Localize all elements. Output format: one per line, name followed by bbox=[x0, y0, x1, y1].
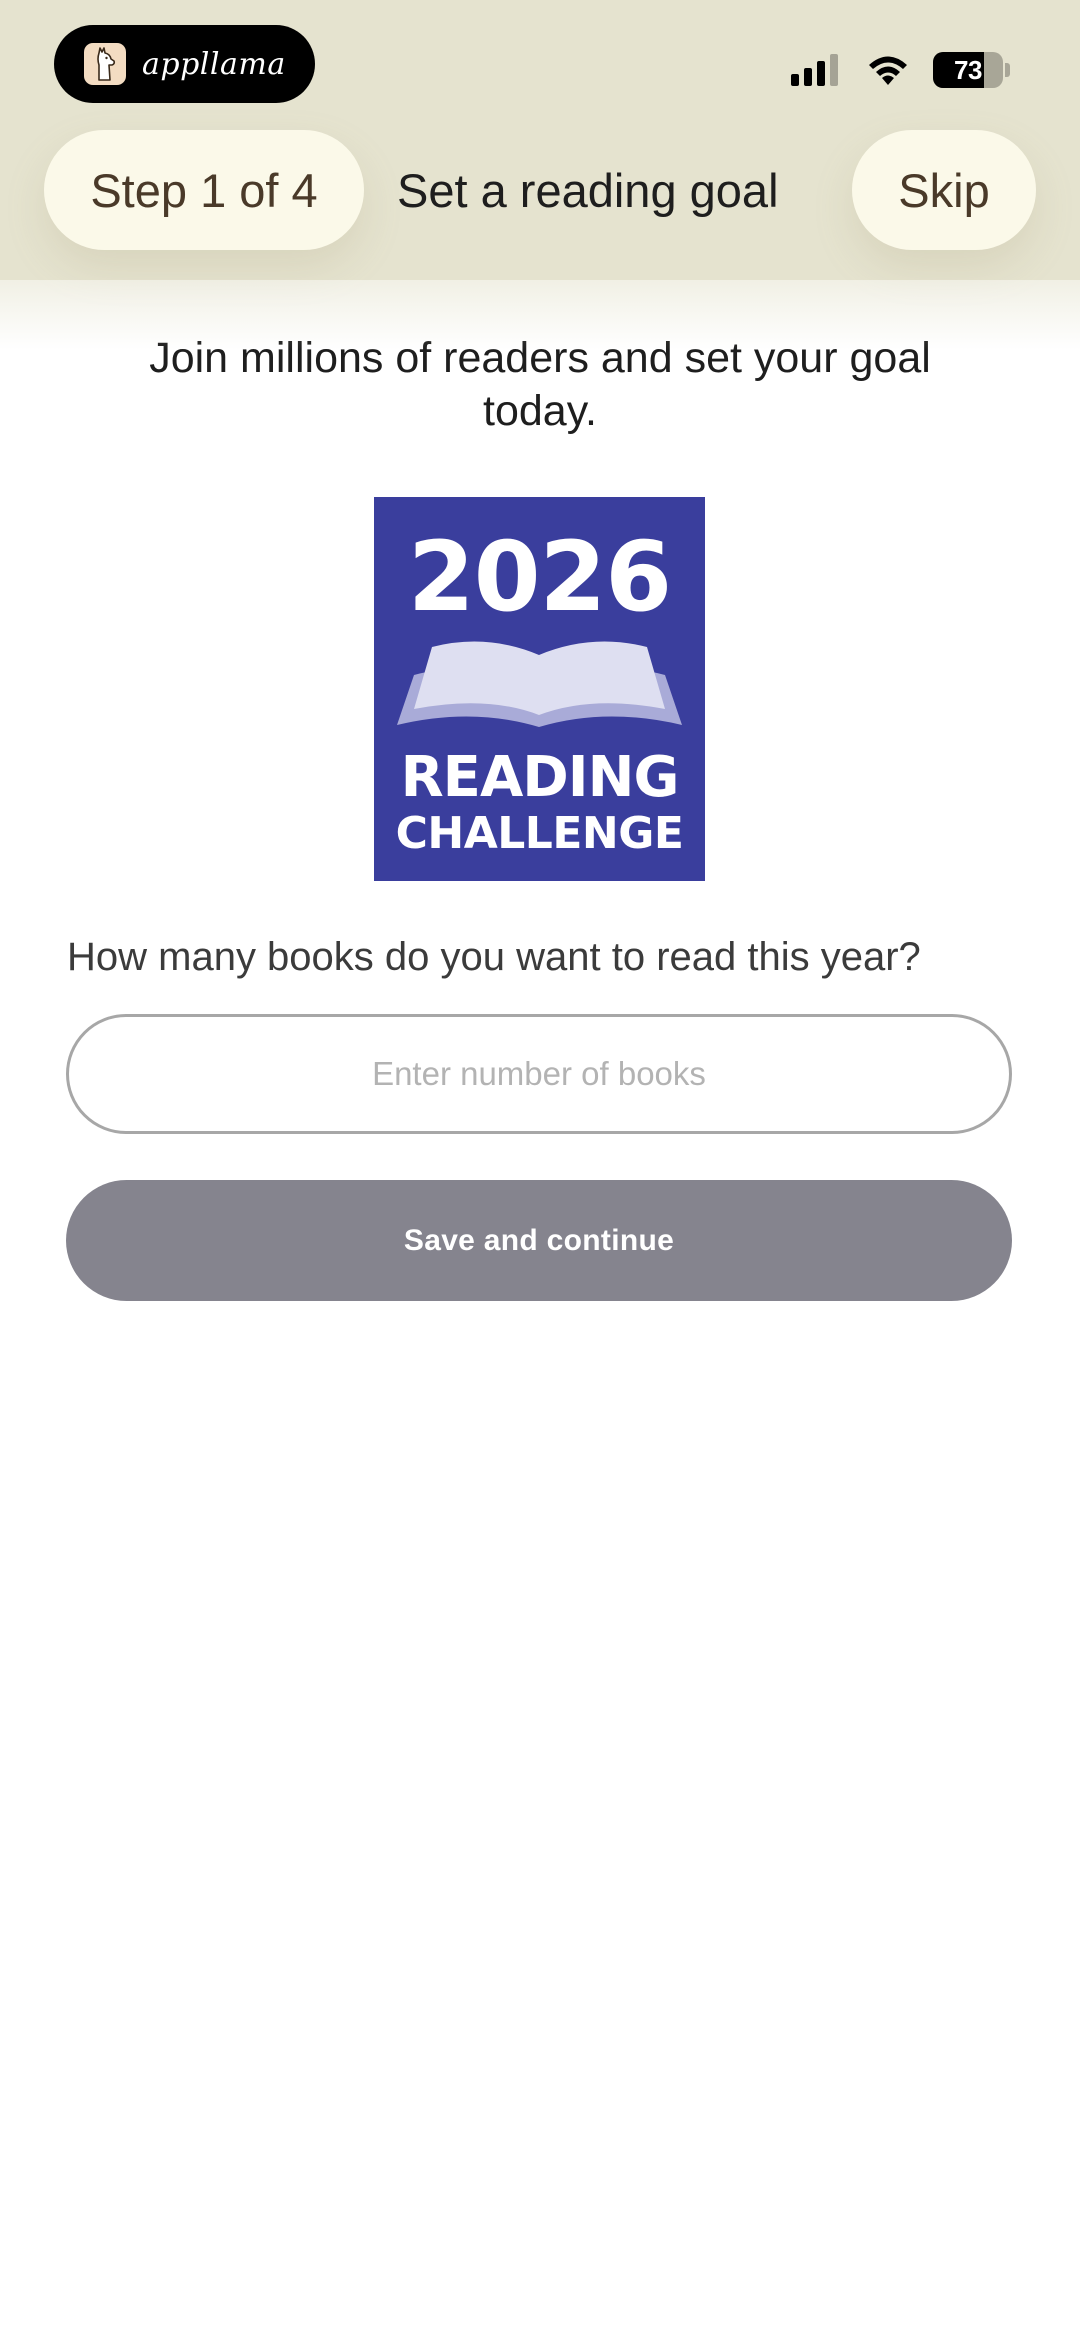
battery-tip bbox=[1005, 63, 1010, 77]
battery-indicator: 73 bbox=[933, 52, 1003, 88]
header: appllama 73 Step 1 of 4 Set a reading go… bbox=[0, 0, 1080, 350]
llama-icon bbox=[84, 43, 126, 85]
badge-year: 2026 bbox=[407, 521, 672, 633]
books-question: How many books do you want to read this … bbox=[67, 935, 921, 979]
app-indicator-pill[interactable]: appllama bbox=[54, 25, 315, 103]
badge-line-reading: READING bbox=[400, 745, 680, 810]
badge-line-challenge: CHALLENGE bbox=[395, 808, 684, 859]
intro-text: Join millions of readers and set your go… bbox=[149, 334, 931, 435]
books-count-input[interactable] bbox=[66, 1014, 1012, 1134]
page-title: Set a reading goal bbox=[397, 163, 779, 217]
open-book-icon bbox=[397, 641, 682, 727]
app-name: appllama bbox=[142, 46, 286, 82]
save-and-continue-button[interactable]: Save and continue bbox=[66, 1180, 1012, 1301]
step-indicator: Step 1 of 4 bbox=[44, 130, 364, 250]
reading-challenge-badge: 2026 READING CHALLENGE bbox=[374, 497, 705, 881]
skip-button[interactable]: Skip bbox=[852, 130, 1036, 250]
cellular-signal-icon bbox=[791, 54, 843, 86]
wifi-icon bbox=[869, 56, 907, 85]
battery-level: 73 bbox=[954, 54, 982, 85]
status-icons: 73 bbox=[791, 50, 1010, 90]
